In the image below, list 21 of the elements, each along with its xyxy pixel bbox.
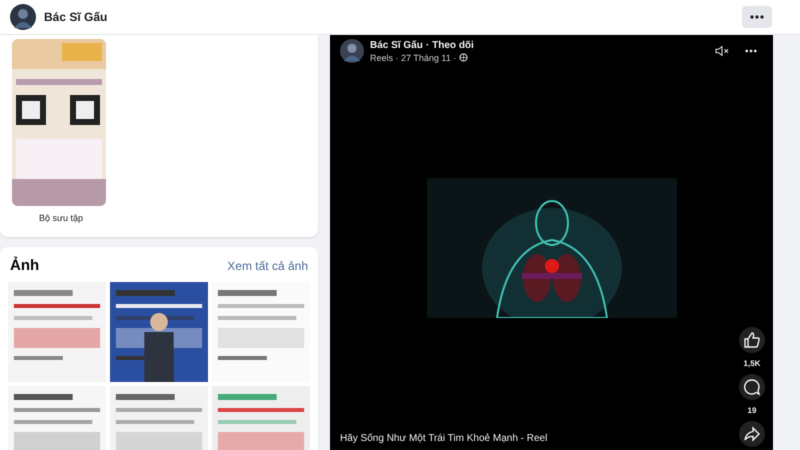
globe-icon bbox=[459, 53, 468, 62]
page-name[interactable]: Bác Sĩ Gấu bbox=[44, 10, 734, 24]
like-button[interactable] bbox=[739, 327, 765, 353]
separator-dot: · bbox=[426, 40, 430, 50]
follow-link[interactable]: Theo dõi bbox=[432, 40, 474, 50]
more-button[interactable] bbox=[742, 6, 772, 28]
author-name[interactable]: Bác Sĩ Gấu bbox=[370, 40, 423, 50]
share-button[interactable] bbox=[739, 421, 765, 447]
reel-caption: Hãy Sống Như Một Trái Tim Khoẻ Mạnh - Reel bbox=[340, 433, 548, 444]
section-title: Ảnh bbox=[10, 257, 40, 274]
see-all-link[interactable]: Xem tất cả ảnh bbox=[227, 258, 308, 272]
more-icon[interactable] bbox=[745, 49, 757, 53]
collection-label[interactable]: Bộ sưu tập bbox=[39, 213, 84, 223]
comment-button[interactable] bbox=[739, 374, 765, 400]
avatar-icon[interactable] bbox=[340, 39, 364, 63]
more-icon bbox=[750, 15, 764, 19]
comment-count: 19 bbox=[748, 406, 756, 415]
like-count: 1,5K bbox=[744, 359, 760, 368]
post-meta: Reels · 27 Tháng 11 · bbox=[370, 52, 456, 62]
mute-icon[interactable] bbox=[715, 45, 729, 57]
avatar-icon[interactable] bbox=[10, 4, 36, 30]
